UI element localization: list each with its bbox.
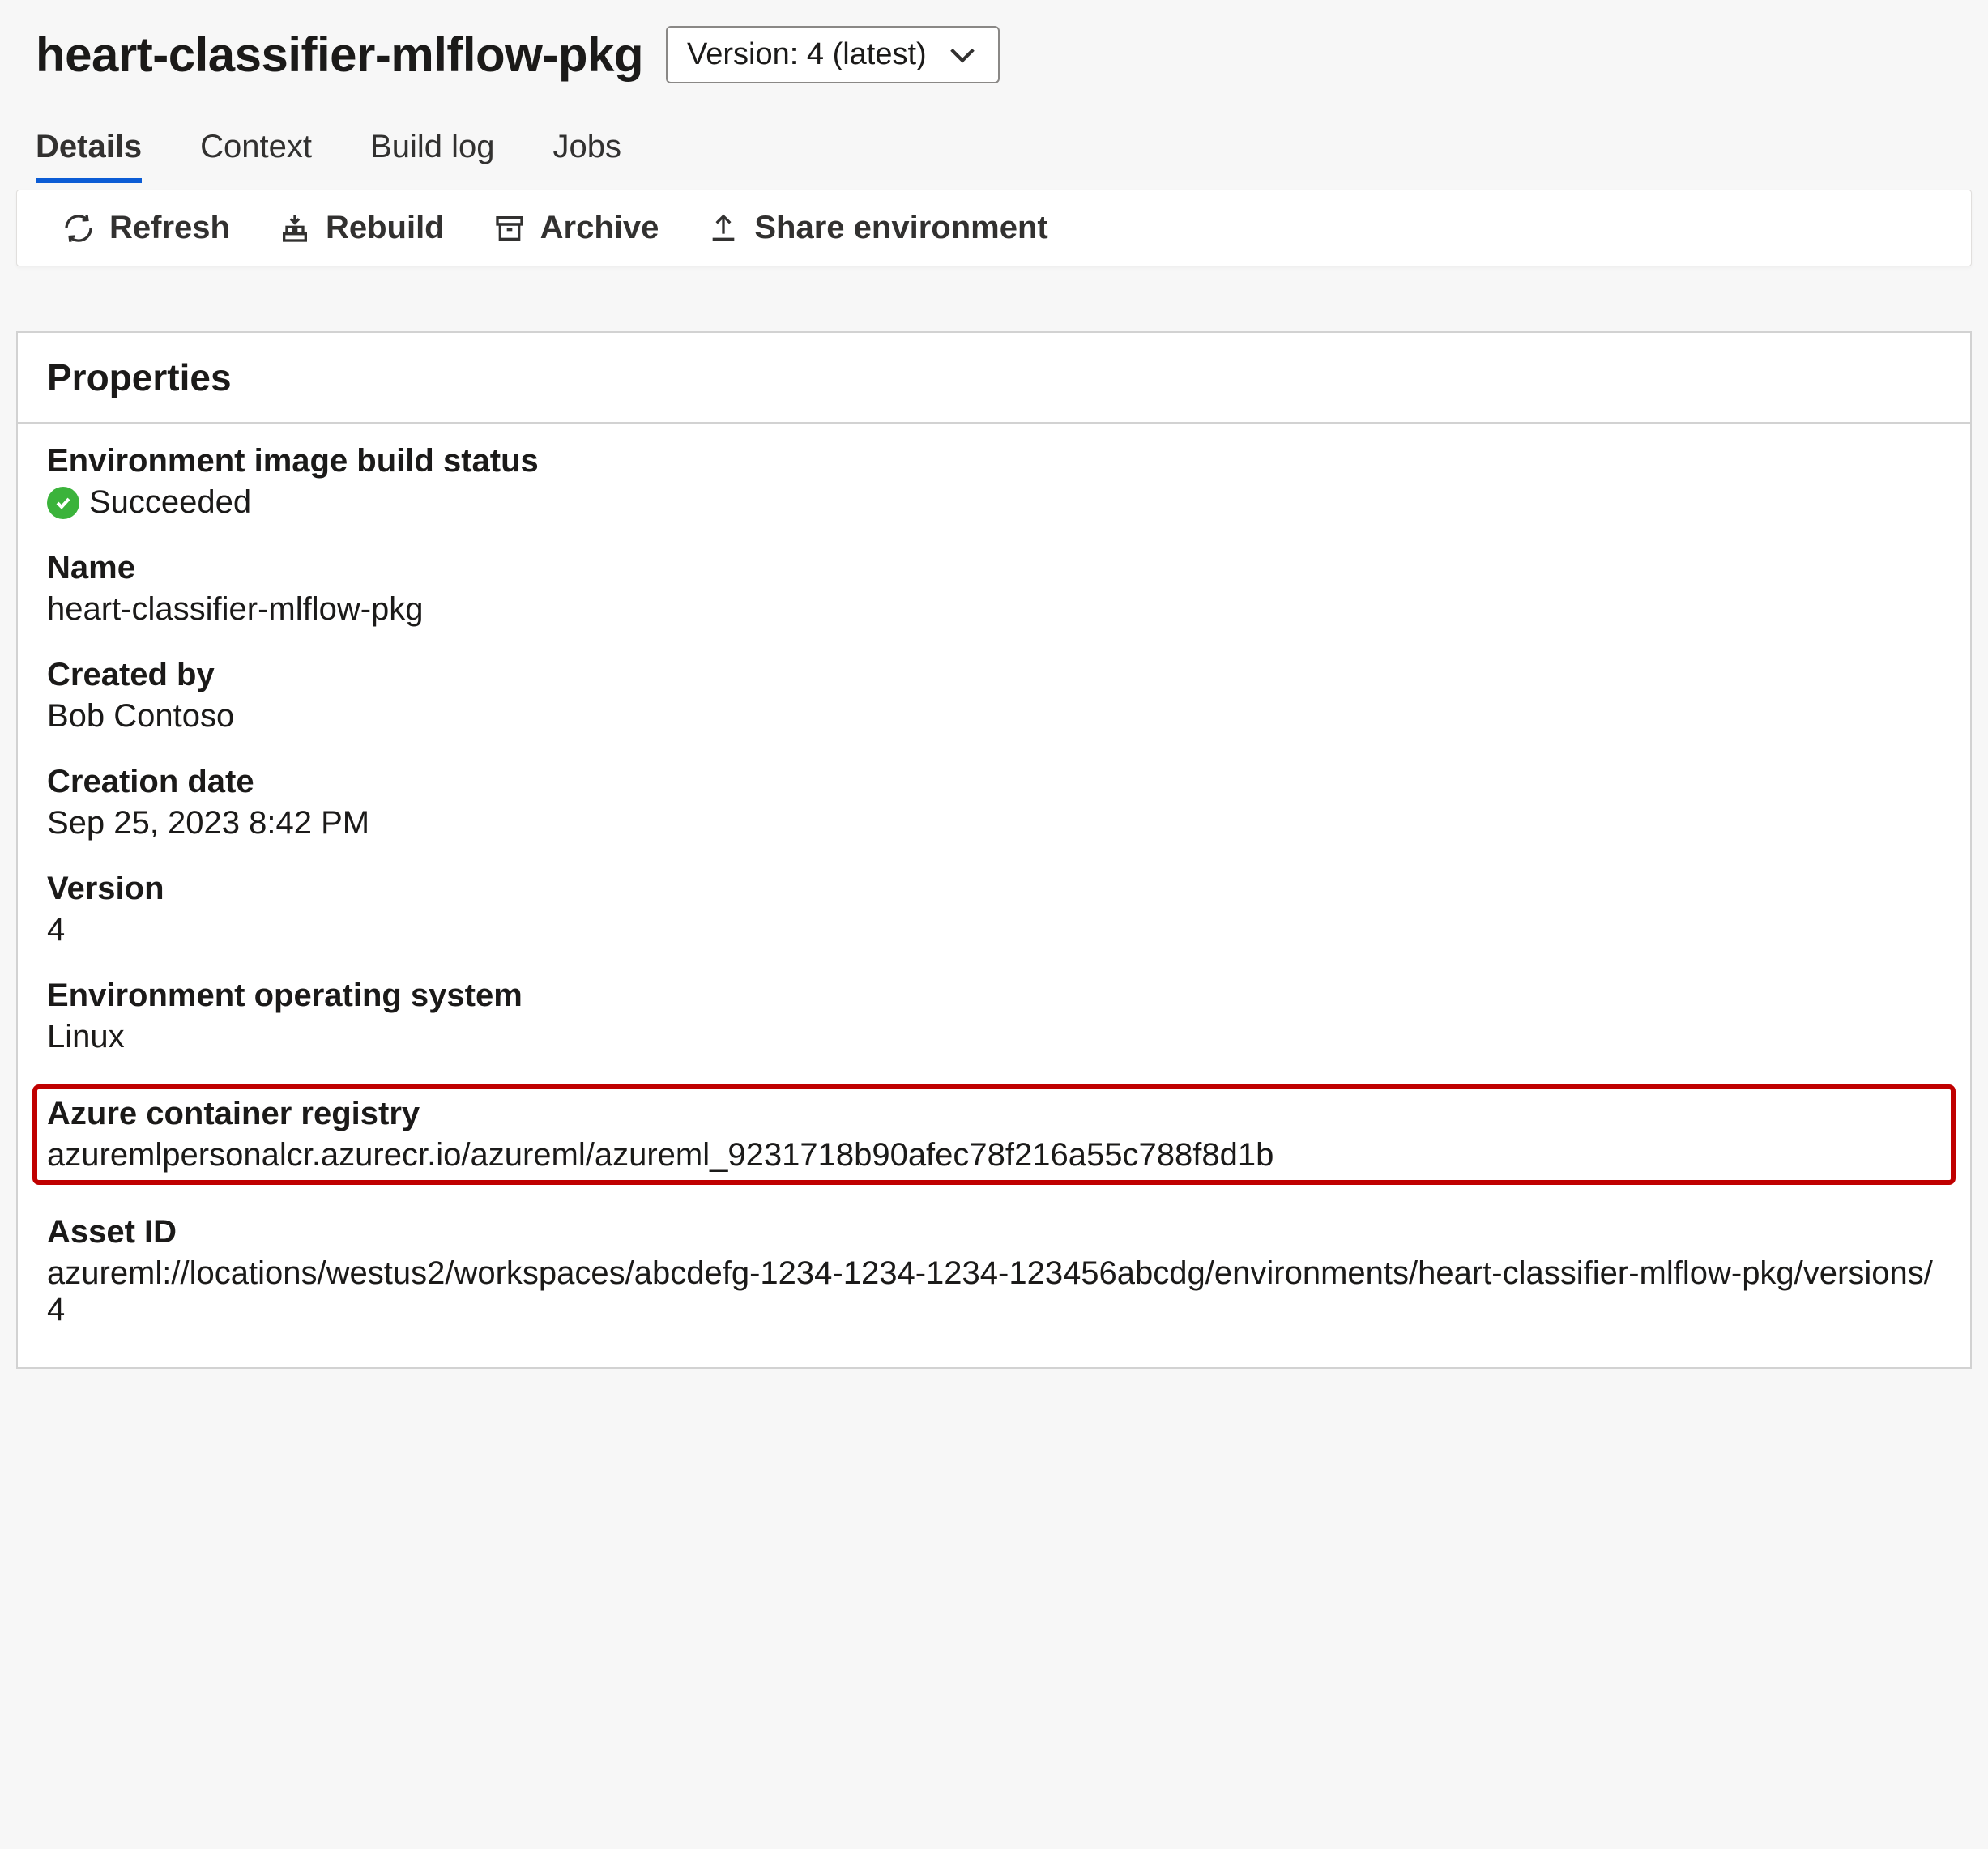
chevron-down-icon [946,39,979,71]
page-title: heart-classifier-mlflow-pkg [36,27,643,83]
archive-label: Archive [540,210,659,246]
prop-os: Environment operating system Linux [47,978,1941,1055]
refresh-button[interactable]: Refresh [62,210,230,246]
prop-value: azureml://locations/westus2/workspaces/a… [47,1255,1941,1328]
tabs: Details Context Build log Jobs [16,90,1972,183]
rebuild-label: Rebuild [326,210,445,246]
tab-jobs[interactable]: Jobs [552,129,621,183]
share-environment-button[interactable]: Share environment [707,210,1047,246]
tab-context[interactable]: Context [200,129,312,183]
prop-value: Succeeded [89,484,251,521]
prop-created-by: Created by Bob Contoso [47,657,1941,735]
panel-body: Environment image build status Succeeded… [18,424,1970,1367]
prop-value: 4 [47,912,1941,948]
prop-value: heart-classifier-mlflow-pkg [47,591,1941,628]
prop-value: Bob Contoso [47,698,1941,735]
prop-label: Azure container registry [47,1096,1941,1132]
prop-creation-date: Creation date Sep 25, 2023 8:42 PM [47,764,1941,841]
refresh-label: Refresh [109,210,230,246]
header-row: heart-classifier-mlflow-pkg Version: 4 (… [16,16,1972,90]
prop-value: Sep 25, 2023 8:42 PM [47,805,1941,841]
archive-icon [493,212,526,245]
rebuild-button[interactable]: Rebuild [279,210,445,246]
prop-acr: Azure container registry azuremlpersonal… [47,1096,1941,1174]
tab-details[interactable]: Details [36,129,142,183]
version-selector-label: Version: 4 (latest) [687,37,927,72]
highlight-acr: Azure container registry azuremlpersonal… [32,1084,1956,1185]
prop-label: Environment operating system [47,978,1941,1014]
status-row: Succeeded [47,484,1941,521]
prop-asset-id: Asset ID azureml://locations/westus2/wor… [47,1214,1941,1328]
archive-button[interactable]: Archive [493,210,659,246]
prop-label: Environment image build status [47,443,1941,479]
properties-panel: Properties Environment image build statu… [16,331,1972,1369]
refresh-icon [62,212,95,245]
prop-label: Name [47,550,1941,586]
rebuild-icon [279,212,311,245]
share-label: Share environment [754,210,1047,246]
success-check-icon [47,487,79,519]
prop-build-status: Environment image build status Succeeded [47,443,1941,521]
prop-name: Name heart-classifier-mlflow-pkg [47,550,1941,628]
prop-value: Linux [47,1019,1941,1055]
prop-version: Version 4 [47,871,1941,948]
prop-label: Asset ID [47,1214,1941,1250]
prop-label: Version [47,871,1941,907]
tab-build-log[interactable]: Build log [370,129,494,183]
panel-title: Properties [18,333,1970,424]
toolbar: Refresh Rebuild Archive Share environmen… [16,190,1972,266]
prop-label: Created by [47,657,1941,693]
version-selector[interactable]: Version: 4 (latest) [666,26,1000,83]
share-icon [707,212,740,245]
prop-label: Creation date [47,764,1941,800]
prop-value: azuremlpersonalcr.azurecr.io/azureml/azu… [47,1137,1941,1174]
